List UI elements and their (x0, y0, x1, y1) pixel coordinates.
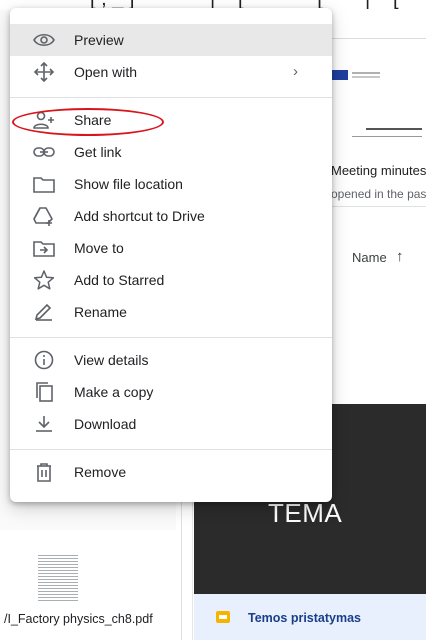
drive-shortcut-icon (32, 205, 56, 227)
eu-logo (330, 70, 348, 80)
pdf-thumbnail[interactable] (38, 553, 78, 601)
menu-item-label: Move to (74, 240, 124, 256)
menu-item-move-to[interactable]: Move to (10, 232, 332, 264)
sort-by-name-header[interactable]: Name (352, 250, 387, 265)
left-file-name[interactable]: /I_Factory physics_ch8.pdf (4, 612, 153, 626)
menu-item-label: Add to Starred (74, 272, 165, 288)
link-icon (32, 141, 56, 163)
menu-item-remove[interactable]: Remove (10, 456, 332, 488)
menu-item-label: Open with (74, 64, 138, 80)
folder-icon (32, 173, 56, 195)
copy-icon (32, 381, 56, 403)
menu-item-label: Remove (74, 464, 127, 480)
menu-item-label: Show file location (74, 176, 183, 192)
divider (316, 206, 426, 207)
menu-item-label: View details (74, 352, 149, 368)
google-slides-icon (216, 611, 230, 623)
menu-divider (10, 337, 332, 338)
menu-item-view-details[interactable]: View details (10, 344, 332, 376)
menu-item-open-with[interactable]: Open with › (10, 56, 332, 88)
document-preview-card[interactable] (316, 48, 426, 156)
menu-item-preview[interactable]: Preview (10, 24, 332, 56)
menu-item-add-to-starred[interactable]: Add to Starred (10, 264, 332, 296)
menu-item-download[interactable]: Download (10, 408, 332, 440)
share-highlight-annotation (12, 108, 164, 136)
suggested-file-reason: opened in the past (331, 187, 426, 201)
pencil-icon (32, 301, 56, 323)
menu-divider (10, 97, 332, 98)
star-icon (32, 269, 56, 291)
selected-file-name[interactable]: Temos pristatymas (248, 611, 361, 625)
menu-divider (10, 449, 332, 450)
menu-item-label: Get link (74, 144, 122, 160)
eye-icon (32, 29, 56, 51)
menu-item-label: Preview (74, 32, 124, 48)
menu-item-make-a-copy[interactable]: Make a copy (10, 376, 332, 408)
move-to-folder-icon (32, 237, 56, 259)
menu-item-rename[interactable]: Rename (10, 296, 332, 328)
menu-item-show-file-location[interactable]: Show file location (10, 168, 332, 200)
menu-item-label: Make a copy (74, 384, 154, 400)
suggested-file-title[interactable]: Meeting minutes (331, 163, 426, 178)
menu-item-get-link[interactable]: Get link (10, 136, 332, 168)
menu-item-label: Download (74, 416, 137, 432)
divider (330, 38, 426, 39)
context-menu: Preview Open with › Share Get link Show … (10, 8, 332, 502)
menu-item-label: Add shortcut to Drive (74, 208, 205, 224)
trash-icon (32, 461, 56, 483)
menu-item-label: Rename (74, 304, 127, 320)
move-arrows-icon (32, 61, 56, 83)
info-icon (32, 349, 56, 371)
chevron-right-icon: › (293, 63, 298, 80)
sort-ascending-icon[interactable]: ↑ (396, 248, 404, 265)
download-icon (32, 413, 56, 435)
slide-title-text: TEMA (268, 498, 343, 528)
menu-item-add-shortcut[interactable]: Add shortcut to Drive (10, 200, 332, 232)
